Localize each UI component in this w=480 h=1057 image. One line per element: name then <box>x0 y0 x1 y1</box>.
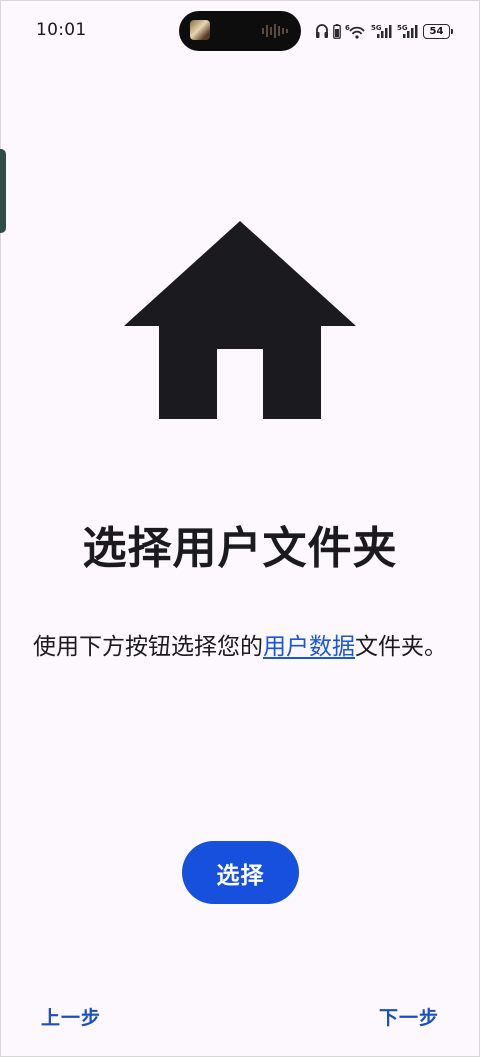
previous-step-button[interactable]: 上一步 <box>41 1003 101 1030</box>
side-panel-handle[interactable] <box>0 149 6 233</box>
status-icons: 6 5G 5G 54 <box>315 20 453 42</box>
battery-level: 54 <box>429 25 444 37</box>
next-step-button[interactable]: 下一步 <box>379 1003 439 1030</box>
signal-icon: 5G <box>371 24 392 38</box>
page-title: 选择用户文件夹 <box>82 523 398 574</box>
home-icon <box>124 221 356 419</box>
page-description: 使用下方按钮选择您的用户数据文件夹。 <box>24 628 456 667</box>
status-bar: 10:01 6 5G 5G 54 <box>0 0 480 62</box>
audio-waveform-icon <box>262 24 288 38</box>
headphones-icon <box>316 24 328 38</box>
signal-icon: 5G <box>397 24 418 38</box>
description-text-end: 文件夹。 <box>355 634 447 660</box>
svg-text:6: 6 <box>345 24 350 32</box>
battery-icon: 54 <box>423 23 453 39</box>
user-data-link[interactable]: 用户数据 <box>263 634 355 660</box>
now-playing-artwork <box>190 20 210 40</box>
description-text: 使用下方按钮选择您的 <box>33 634 263 660</box>
phone-battery-icon <box>333 23 341 39</box>
svg-text:5G: 5G <box>371 24 382 32</box>
dynamic-island[interactable] <box>179 11 301 51</box>
status-time: 10:01 <box>36 20 87 40</box>
svg-text:5G: 5G <box>397 24 408 32</box>
wifi-icon: 6 <box>345 24 365 39</box>
select-folder-button[interactable]: 选择 <box>182 841 299 904</box>
